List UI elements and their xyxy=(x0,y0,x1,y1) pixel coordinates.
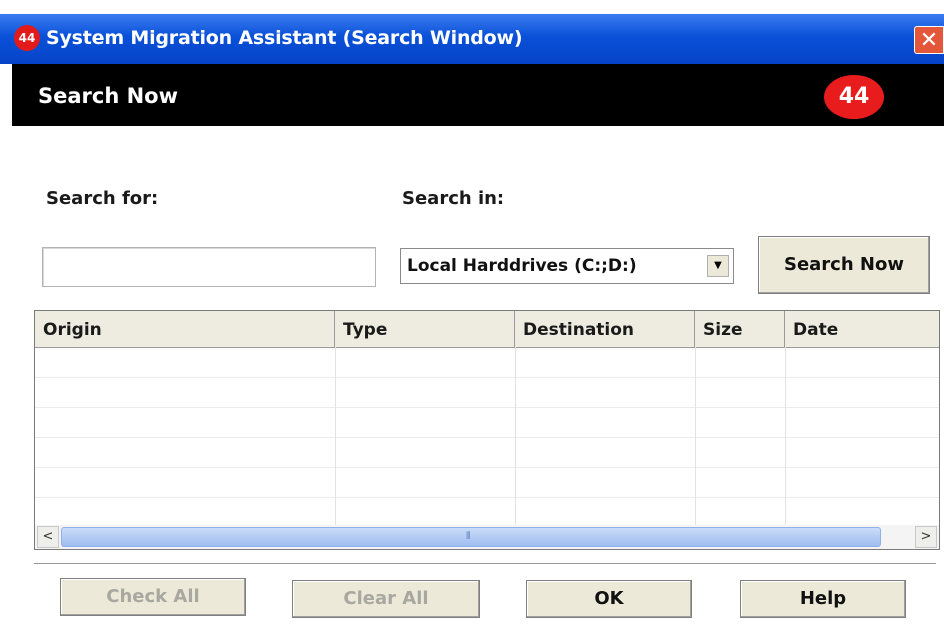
ok-button[interactable]: OK xyxy=(526,580,692,618)
column-divider xyxy=(335,347,336,525)
search-for-label: Search for: xyxy=(46,188,159,209)
footer-divider xyxy=(34,563,936,564)
search-in-label: Search in: xyxy=(402,188,505,209)
chevron-down-icon[interactable]: ▼ xyxy=(707,255,729,277)
search-now-button[interactable]: Search Now xyxy=(758,236,930,294)
column-header-date[interactable]: Date xyxy=(785,311,939,347)
column-divider xyxy=(785,347,786,525)
table-row xyxy=(35,497,939,498)
scroll-left-button[interactable]: < xyxy=(37,526,59,548)
table-row xyxy=(35,467,939,468)
column-header-destination[interactable]: Destination xyxy=(515,311,695,347)
page-header: Search Now 44 xyxy=(12,64,944,126)
clear-all-button[interactable]: Clear All xyxy=(292,580,480,618)
help-button[interactable]: Help xyxy=(740,580,906,618)
grip-icon: ⦀ xyxy=(466,531,471,542)
column-header-type[interactable]: Type xyxy=(335,311,515,347)
close-button[interactable]: ✕ xyxy=(914,26,944,54)
column-header-origin[interactable]: Origin xyxy=(35,311,335,347)
scroll-thumb[interactable]: ⦀ xyxy=(61,527,881,547)
table-row xyxy=(35,437,939,438)
company-logo-icon: 44 xyxy=(824,75,884,119)
check-all-button[interactable]: Check All xyxy=(60,578,246,616)
title-bar[interactable]: 44 System Migration Assistant (Search Wi… xyxy=(0,14,944,64)
window-title: System Migration Assistant (Search Windo… xyxy=(46,27,523,49)
column-divider xyxy=(515,347,516,525)
page-title: Search Now xyxy=(38,84,179,108)
horizontal-scrollbar[interactable]: < ⦀ > xyxy=(35,525,939,549)
scroll-right-button[interactable]: > xyxy=(915,526,937,548)
results-table: Origin Type Destination Size Date < ⦀ > xyxy=(34,310,940,550)
column-divider xyxy=(695,347,696,525)
search-window: 44 System Migration Assistant (Search Wi… xyxy=(0,0,944,638)
search-location-value: Local Harddrives (C:;D:) xyxy=(407,256,637,276)
company-logo-icon: 44 xyxy=(14,25,40,51)
table-row xyxy=(35,377,939,378)
table-row xyxy=(35,407,939,408)
search-input[interactable] xyxy=(42,247,376,287)
search-location-select[interactable]: Local Harddrives (C:;D:) ▼ xyxy=(400,248,734,284)
table-header: Origin Type Destination Size Date xyxy=(35,311,939,348)
column-header-size[interactable]: Size xyxy=(695,311,785,347)
